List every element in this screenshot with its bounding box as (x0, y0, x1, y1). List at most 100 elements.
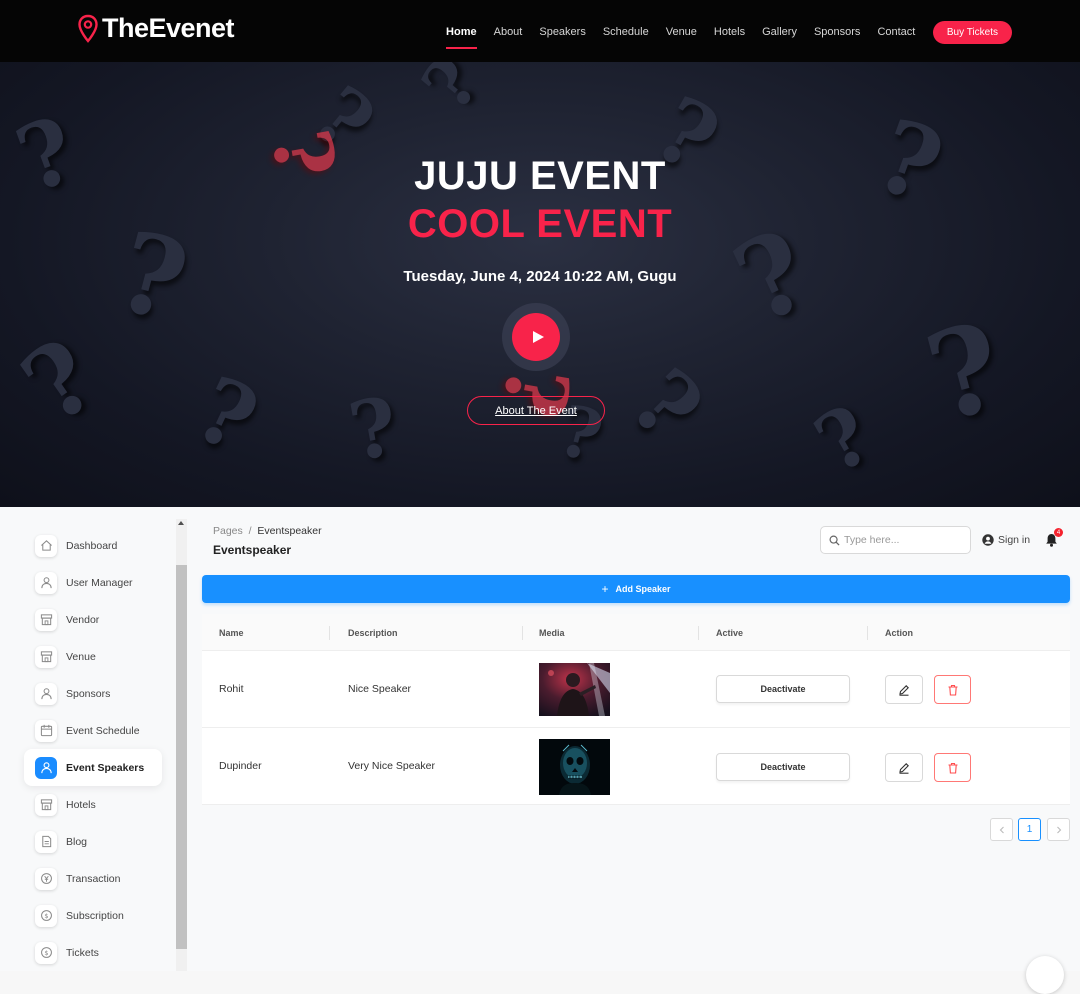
svg-text:$: $ (44, 949, 48, 957)
add-speaker-label: Add Speaker (615, 584, 671, 594)
shop-icon (35, 608, 57, 631)
play-video-button[interactable] (512, 313, 560, 361)
delete-button[interactable] (934, 675, 971, 704)
search-icon (829, 535, 840, 546)
nav-schedule[interactable]: Schedule (594, 20, 657, 44)
edit-icon (899, 762, 909, 774)
pagination-page-1[interactable]: 1 (1018, 818, 1041, 841)
trash-icon (948, 684, 957, 696)
sidebar-item-sponsors[interactable]: Sponsors (24, 675, 174, 712)
pagination-prev-button[interactable] (990, 818, 1013, 841)
sidebar-item-dashboard[interactable]: Dashboard (24, 527, 174, 564)
sign-in-link[interactable]: Sign in (982, 534, 1030, 546)
trash-icon (948, 762, 957, 774)
delete-button[interactable] (934, 753, 971, 782)
admin-panel: Dashboard User Manager Vendor Venue Spon… (0, 507, 1080, 994)
nav-contact[interactable]: Contact (869, 20, 924, 44)
sidebar-item-transaction[interactable]: Transaction (24, 860, 174, 897)
main-nav: Home About Speakers Schedule Venue Hotel… (438, 20, 1012, 49)
nav-speakers[interactable]: Speakers (531, 20, 594, 44)
breadcrumb-root[interactable]: Pages (213, 525, 243, 537)
play-icon (532, 331, 544, 343)
sidebar-item-label: Dashboard (66, 539, 118, 552)
skull-mask-photo[interactable] (539, 739, 610, 795)
sidebar-item-event-speakers[interactable]: Event Speakers (24, 749, 162, 786)
search-input[interactable] (844, 534, 959, 546)
column-header-action[interactable]: Action (885, 628, 913, 638)
sidebar-item-hotels[interactable]: Hotels (24, 786, 174, 823)
scroll-up-arrow-icon[interactable] (178, 521, 184, 525)
sidebar-item-label: Blog (66, 835, 88, 848)
column-header-active[interactable]: Active (716, 628, 743, 638)
sidebar-item-label: Subscription (66, 909, 124, 922)
sidebar-item-label: Transaction (66, 872, 121, 885)
logo[interactable]: TheEvenet (78, 13, 235, 44)
sidebar-item-user-manager[interactable]: User Manager (24, 564, 174, 601)
file-icon (35, 830, 57, 853)
user-icon (35, 756, 57, 779)
table-row: Rohit Nice Speaker Deactivate (202, 651, 1070, 728)
pagination-next-button[interactable] (1047, 818, 1070, 841)
speaker-name: Rohit (219, 683, 244, 695)
column-divider (698, 626, 699, 640)
home-icon (35, 534, 57, 557)
notification-count-badge: 4 (1054, 528, 1063, 537)
deactivate-button[interactable]: Deactivate (716, 753, 850, 781)
sidebar-item-label: Venue (66, 650, 96, 663)
add-speaker-button[interactable]: + Add Speaker (202, 575, 1070, 603)
sidebar-item-label: Vendor (66, 613, 100, 626)
chevron-left-icon (999, 826, 1004, 833)
breadcrumb-separator: / (248, 525, 252, 537)
floating-action-button[interactable] (1026, 956, 1064, 994)
hero-banner: ? ? ? ? ? ? ? ? ? ? ? ? ? ? ? ? JUJU EVE… (0, 62, 1080, 507)
buy-tickets-button[interactable]: Buy Tickets (932, 20, 1012, 44)
nav-about[interactable]: About (485, 20, 531, 44)
hero-title-line2: COOL EVENT (407, 202, 673, 246)
deactivate-button[interactable]: Deactivate (716, 675, 850, 703)
event-date-location: Tuesday, June 4, 2024 10:22 AM, Gugu (403, 268, 677, 285)
column-header-name[interactable]: Name (219, 628, 244, 638)
sidebar-item-vendor[interactable]: Vendor (24, 601, 174, 638)
nav-sponsors[interactable]: Sponsors (805, 20, 868, 44)
nav-hotels[interactable]: Hotels (705, 20, 753, 44)
chevron-right-icon (1056, 826, 1061, 833)
location-pin-icon (78, 14, 98, 43)
edit-button[interactable] (885, 753, 923, 782)
table-row: Dupinder Very Nice Speaker Deactivate (202, 728, 1070, 805)
user-icon (35, 571, 57, 594)
sidebar-item-blog[interactable]: Blog (24, 823, 174, 860)
edit-button[interactable] (885, 675, 923, 704)
sidebar-item-label: Sponsors (66, 687, 111, 700)
plus-icon: + (601, 582, 609, 596)
speaker-photo[interactable] (539, 663, 610, 716)
sidebar-item-tickets[interactable]: $ Tickets (24, 934, 174, 971)
user-circle-icon (982, 534, 994, 546)
sidebar-scrollbar[interactable] (176, 519, 187, 971)
sidebar-item-label: Hotels (66, 798, 96, 811)
logo-text: TheEvenet (102, 13, 235, 43)
hero-title-line1: JUJU EVENT (414, 154, 666, 198)
speaker-description: Very Nice Speaker (348, 760, 435, 772)
scrollbar-thumb[interactable] (176, 565, 187, 949)
table-header: Name Description Media Active Action (202, 614, 1070, 651)
search-box[interactable] (820, 526, 971, 554)
column-divider (522, 626, 523, 640)
calendar-icon (35, 719, 57, 742)
column-divider (867, 626, 868, 640)
page-title: Eventspeaker (213, 543, 292, 557)
speaker-name: Dupinder (219, 760, 262, 772)
sidebar-item-venue[interactable]: Venue (24, 638, 174, 675)
sign-in-label: Sign in (998, 534, 1031, 546)
column-header-description[interactable]: Description (348, 628, 398, 638)
sidebar-item-subscription[interactable]: $ Subscription (24, 897, 174, 934)
nav-home[interactable]: Home (438, 20, 486, 49)
sidebar-item-event-schedule[interactable]: Event Schedule (24, 712, 174, 749)
about-event-button[interactable]: About The Event (467, 396, 605, 425)
user-icon (35, 682, 57, 705)
nav-gallery[interactable]: Gallery (754, 20, 806, 44)
nav-venue[interactable]: Venue (657, 20, 705, 44)
speakers-table: Name Description Media Active Action Roh… (202, 614, 1070, 805)
column-header-media[interactable]: Media (539, 628, 565, 638)
svg-text:$: $ (44, 912, 48, 920)
speaker-description: Nice Speaker (348, 683, 412, 695)
